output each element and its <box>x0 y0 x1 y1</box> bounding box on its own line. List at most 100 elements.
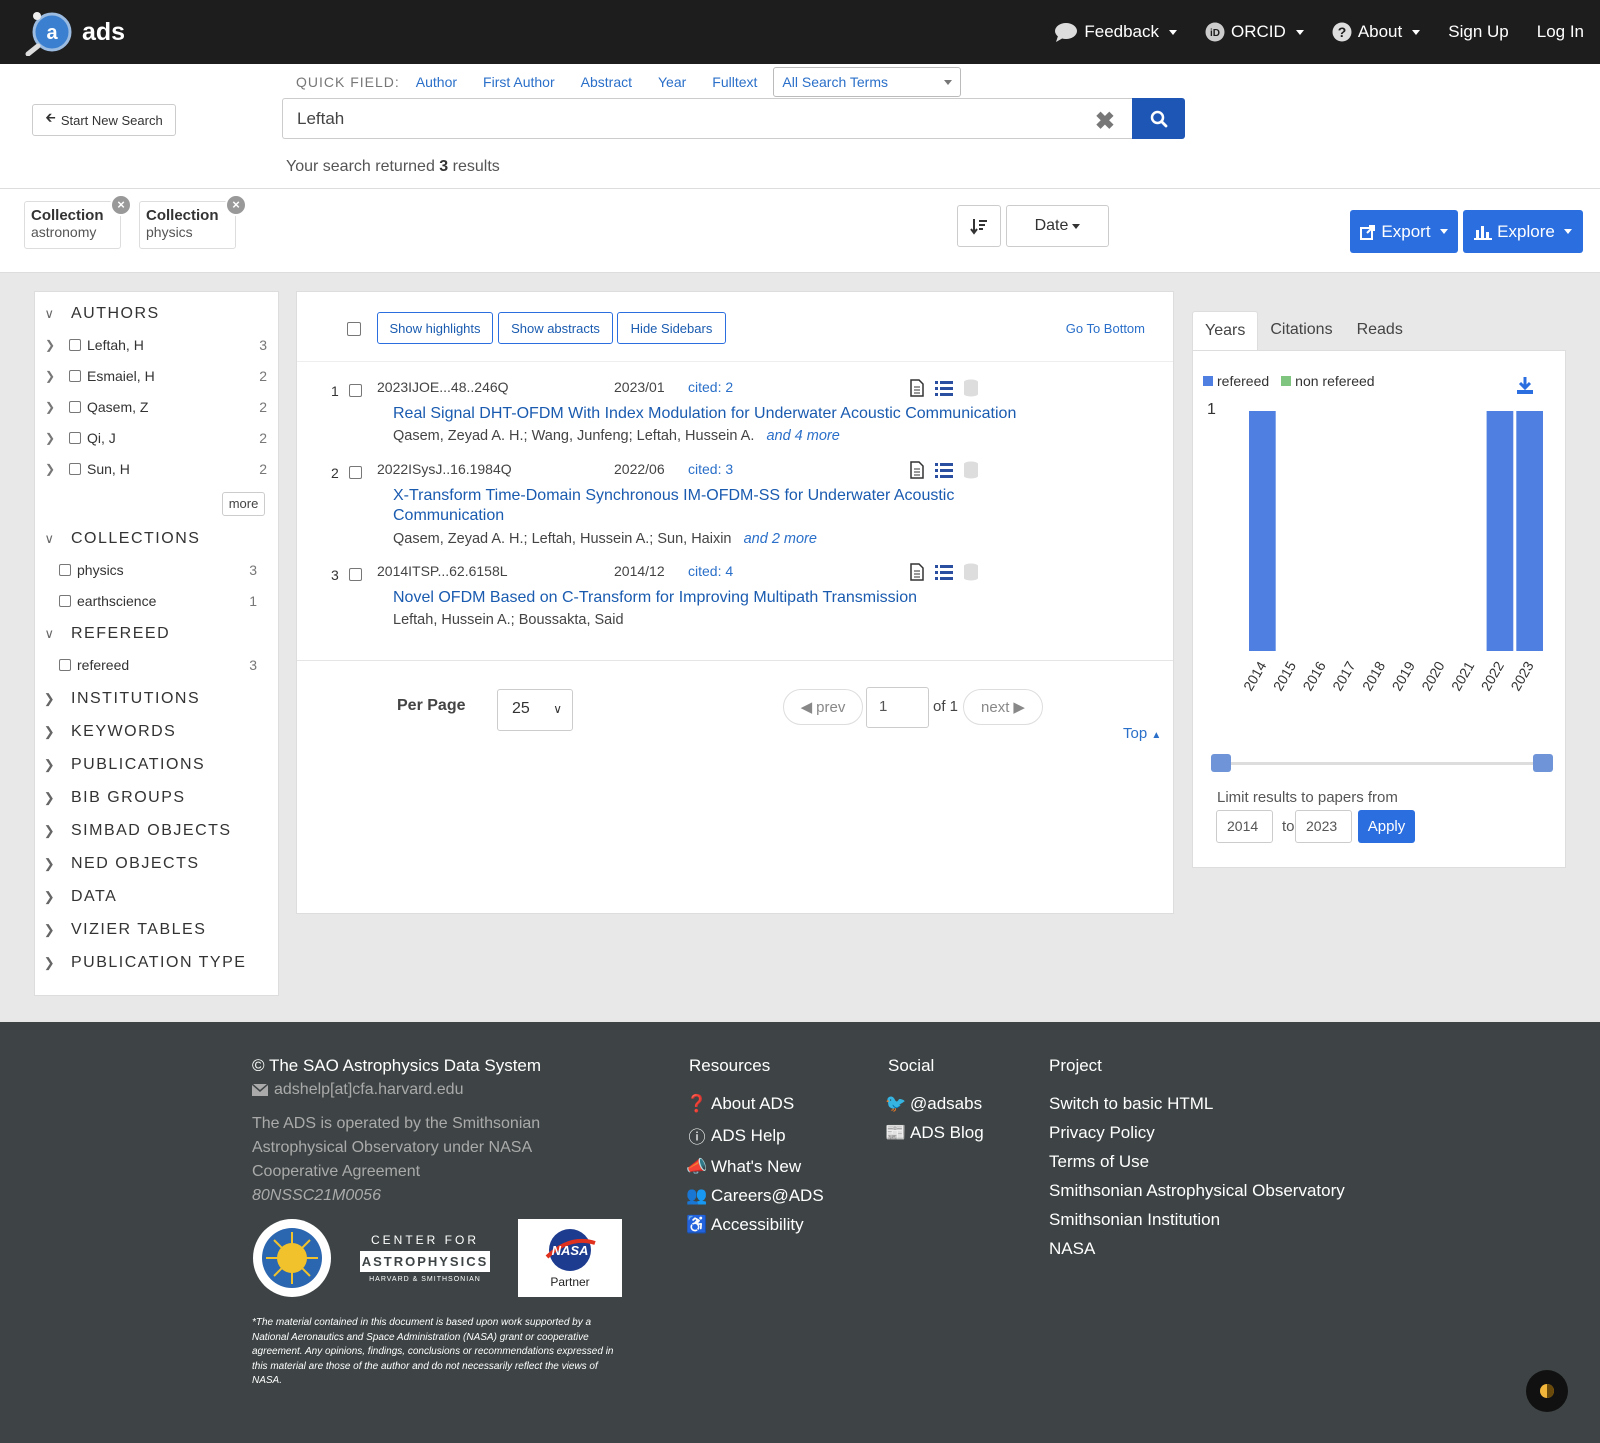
facet-checkbox[interactable] <box>59 659 71 671</box>
search-field-select[interactable]: All Search Terms <box>773 67 962 97</box>
apply-year-filter-button[interactable]: Apply <box>1358 810 1415 843</box>
references-list-icon[interactable] <box>935 461 953 479</box>
footer-link-ads-help[interactable]: ⓘ ADS Help <box>689 1123 824 1148</box>
facet-publications-header[interactable]: ❯ PUBLICATIONS <box>43 756 205 774</box>
quick-field-fulltext[interactable]: Fulltext <box>712 74 757 90</box>
nasa-partner-logo[interactable]: NASA Partner <box>518 1219 622 1297</box>
result-checkbox[interactable] <box>349 466 362 479</box>
result-checkbox[interactable] <box>349 568 362 581</box>
facet-institutions-header[interactable]: ❯ INSTITUTIONS <box>43 690 200 708</box>
footer-link-terms[interactable]: Terms of Use <box>1049 1152 1345 1172</box>
per-page-select[interactable]: 25 ∨ <box>497 689 573 731</box>
facet-checkbox[interactable] <box>69 401 81 413</box>
quick-field-year[interactable]: Year <box>658 74 686 90</box>
result-more-authors[interactable]: and 4 more <box>766 428 839 444</box>
search-input[interactable]: Leftah ✖ <box>282 98 1133 139</box>
facet-item[interactable]: ❯ Sun, H 2 <box>45 461 267 477</box>
result-title-link[interactable]: X-Transform Time-Domain Synchronous IM-O… <box>393 486 1003 526</box>
smithsonian-seal-logo[interactable] <box>252 1218 332 1298</box>
facet-authors-header[interactable]: ∨ AUTHORS <box>43 305 160 323</box>
facet-simbad-header[interactable]: ❯ SIMBAD OBJECTS <box>43 822 232 840</box>
footer-link-twitter[interactable]: 🐦 @adsabs <box>885 1094 984 1114</box>
chevron-right-icon[interactable]: ❯ <box>45 369 59 383</box>
back-to-top-link[interactable]: Top ▲ <box>1123 725 1161 742</box>
bar-refereed-2023[interactable] <box>1516 411 1543 651</box>
next-page-button[interactable]: next ▶ <box>963 689 1043 725</box>
chevron-right-icon[interactable]: ❯ <box>45 462 59 476</box>
facet-checkbox[interactable] <box>59 564 71 576</box>
chevron-right-icon[interactable]: ❯ <box>45 400 59 414</box>
footer-link-about-ads[interactable]: ❓ About ADS <box>686 1094 824 1114</box>
go-to-bottom-link[interactable]: Go To Bottom <box>1066 321 1145 336</box>
tab-years[interactable]: Years <box>1192 311 1259 351</box>
facet-more-button[interactable]: more <box>222 492 265 516</box>
page-number-input[interactable]: 1 <box>866 687 929 728</box>
facet-checkbox[interactable] <box>69 339 81 351</box>
chevron-right-icon[interactable]: ❯ <box>45 338 59 352</box>
fulltext-icon[interactable] <box>909 563 925 581</box>
result-more-authors[interactable]: and 2 more <box>744 531 817 547</box>
sort-direction-button[interactable] <box>957 205 1001 247</box>
search-button[interactable] <box>1132 98 1185 139</box>
start-new-search-button[interactable]: 🡰 Start New Search <box>32 104 176 136</box>
quick-field-abstract[interactable]: Abstract <box>581 74 632 90</box>
facet-data-header[interactable]: ❯ DATA <box>43 888 117 906</box>
facet-bib-groups-header[interactable]: ❯ BIB GROUPS <box>43 789 186 807</box>
footer-link-nasa[interactable]: NASA <box>1049 1239 1345 1259</box>
facet-collections-header[interactable]: ∨ COLLECTIONS <box>43 530 200 548</box>
facet-checkbox[interactable] <box>69 370 81 382</box>
footer-email[interactable]: adshelp[at]cfa.harvard.edu <box>252 1081 463 1099</box>
facet-ned-header[interactable]: ❯ NED OBJECTS <box>43 855 200 873</box>
nav-orcid[interactable]: iD ORCID <box>1205 22 1304 42</box>
nav-sign-up[interactable]: Sign Up <box>1448 22 1508 42</box>
references-list-icon[interactable] <box>935 563 953 581</box>
tab-reads[interactable]: Reads <box>1345 311 1415 351</box>
facet-item[interactable]: ❯ Esmaiel, H 2 <box>45 368 267 384</box>
footer-link-blog[interactable]: 📰 ADS Blog <box>885 1123 983 1143</box>
facet-refereed-header[interactable]: ∨ REFEREED <box>43 625 170 643</box>
result-checkbox[interactable] <box>349 384 362 397</box>
clear-search-icon[interactable]: ✖ <box>1095 107 1115 136</box>
hide-sidebars-button[interactable]: Hide Sidebars <box>617 312 726 344</box>
result-cited-link[interactable]: cited: 2 <box>688 379 733 395</box>
explore-button[interactable]: Explore <box>1463 210 1583 253</box>
ads-logo-icon[interactable]: a <box>22 10 76 56</box>
nav-feedback[interactable]: Feedback <box>1054 22 1178 42</box>
bar-refereed-2014[interactable] <box>1249 411 1276 651</box>
facet-item[interactable]: ❯ Leftah, H 3 <box>45 337 267 353</box>
remove-filter-icon[interactable]: × <box>225 194 247 216</box>
remove-filter-icon[interactable]: × <box>110 194 132 216</box>
references-list-icon[interactable] <box>935 379 953 397</box>
tab-citations[interactable]: Citations <box>1258 311 1344 351</box>
facet-vizier-header[interactable]: ❯ VIZIER TABLES <box>43 921 206 939</box>
year-from-input[interactable]: 2014 <box>1216 810 1273 843</box>
footer-link-whats-new[interactable]: 📣 What's New <box>686 1157 824 1177</box>
result-cited-link[interactable]: cited: 4 <box>688 563 733 579</box>
footer-link-basic-html[interactable]: Switch to basic HTML <box>1049 1094 1345 1114</box>
slider-handle-start[interactable] <box>1211 754 1231 772</box>
cfa-logo[interactable]: CENTER FOR ASTROPHYSICS HARVARD & SMITHS… <box>360 1233 490 1283</box>
facet-item[interactable]: earthscience 1 <box>59 593 257 609</box>
facet-keywords-header[interactable]: ❯ KEYWORDS <box>43 723 176 741</box>
facet-item[interactable]: refereed 3 <box>59 657 257 673</box>
fulltext-icon[interactable] <box>909 379 925 397</box>
footer-link-sao[interactable]: Smithsonian Astrophysical Observatory <box>1049 1181 1345 1201</box>
result-title-link[interactable]: Real Signal DHT-OFDM With Index Modulati… <box>393 404 1073 424</box>
facet-checkbox[interactable] <box>59 595 71 607</box>
footer-link-careers[interactable]: 👥 Careers@ADS <box>686 1186 823 1206</box>
brand-name[interactable]: ads <box>82 18 125 47</box>
show-highlights-button[interactable]: Show highlights <box>377 312 493 344</box>
quick-field-first-author[interactable]: First Author <box>483 74 555 90</box>
footer-link-privacy[interactable]: Privacy Policy <box>1049 1123 1345 1143</box>
select-all-checkbox[interactable] <box>347 322 361 336</box>
nav-about[interactable]: ? About <box>1332 22 1421 42</box>
year-to-input[interactable]: 2023 <box>1295 810 1352 843</box>
theme-toggle-button[interactable] <box>1526 1370 1568 1412</box>
sort-field-dropdown[interactable]: Date <box>1006 205 1109 247</box>
slider-handle-end[interactable] <box>1533 754 1553 772</box>
facet-item[interactable]: ❯ Qi, J 2 <box>45 430 267 446</box>
fulltext-icon[interactable] <box>909 461 925 479</box>
footer-link-smithsonian[interactable]: Smithsonian Institution <box>1049 1210 1345 1230</box>
quick-field-author[interactable]: Author <box>416 74 457 90</box>
result-title-link[interactable]: Novel OFDM Based on C-Transform for Impr… <box>393 588 1073 608</box>
